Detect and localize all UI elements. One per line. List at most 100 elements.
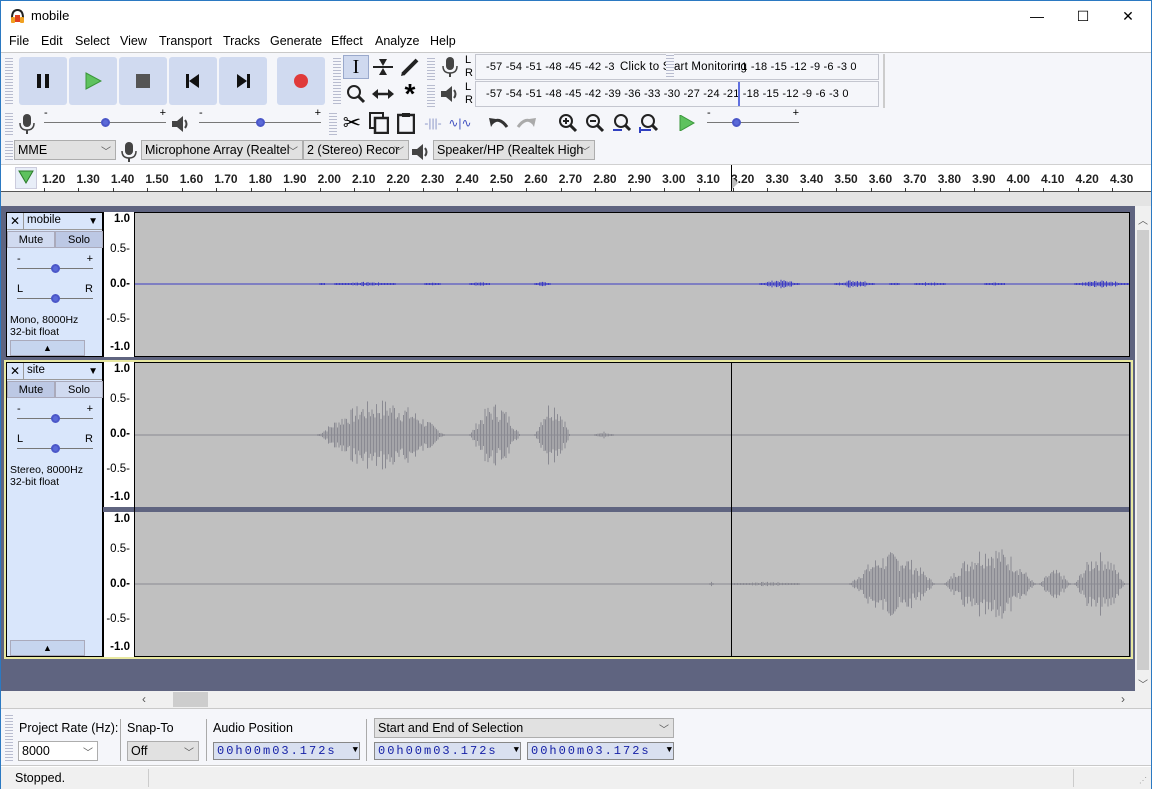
menu-tracks[interactable]: Tracks [223,34,260,48]
dropdown-icon[interactable]: ▼ [353,745,358,755]
menu-view[interactable]: View [120,34,147,48]
zoom-tool-button[interactable] [343,82,369,106]
toolbar-grip[interactable] [333,56,341,106]
slider-thumb[interactable] [50,294,60,303]
dropdown-icon[interactable]: ▼ [514,745,519,755]
pause-button[interactable] [19,57,67,105]
play-at-speed-button[interactable] [674,111,700,135]
track-name[interactable]: mobile [27,214,61,226]
toolbar-grip[interactable] [5,111,13,135]
toolbar-grip[interactable] [427,56,435,80]
skip-to-start-button[interactable] [169,57,217,105]
redo-button[interactable] [513,111,539,135]
minimize-button[interactable]: — [1014,1,1060,31]
close-track-button[interactable]: ✕ [7,213,24,230]
toolbar-grip[interactable] [5,56,13,106]
cut-button[interactable]: ✂ [339,110,365,135]
close-track-button[interactable]: ✕ [7,363,24,380]
toolbar-grip[interactable] [5,139,13,161]
fit-project-button[interactable] [636,111,662,135]
slider-thumb[interactable] [50,414,60,423]
menu-select[interactable]: Select [75,34,110,48]
selection-end-field[interactable]: 00h00m03.172s ▼ [527,742,674,760]
skip-to-end-button[interactable] [219,57,267,105]
playback-volume-slider[interactable]: - + [199,107,321,129]
resize-grip-icon[interactable]: ⋰ [1139,776,1147,785]
record-meter[interactable]: -57 -54 -51 -48 -45 -42 -3 Click to Star… [475,54,879,80]
trim-audio-button[interactable]: -|||- [420,111,446,135]
menu-effect[interactable]: Effect [331,34,363,48]
pan-slider[interactable]: LR [17,433,93,455]
zoom-out-button[interactable] [582,111,608,135]
scroll-down-icon[interactable]: ﹀ [1138,676,1148,691]
paste-button[interactable] [393,111,419,135]
horizontal-scroll-thumb[interactable] [173,692,208,707]
mute-button[interactable]: Mute [7,381,55,398]
scroll-right-icon[interactable]: › [1121,692,1125,706]
play-button[interactable] [69,57,117,105]
time-shift-tool-button[interactable] [370,82,396,106]
close-button[interactable]: ✕ [1105,1,1151,31]
toolbar-grip[interactable] [427,83,435,107]
solo-button[interactable]: Solo [55,381,103,398]
vertical-scrollbar[interactable]: ︿ ﹀ [1135,206,1151,691]
solo-button[interactable]: Solo [55,231,103,248]
recording-device-select[interactable]: Microphone Array (Realtel ﹀ [141,140,303,160]
waveform-mobile[interactable] [134,212,1130,357]
maximize-button[interactable]: ☐ [1060,1,1106,31]
track-name[interactable]: site [27,364,45,376]
selection-start-field[interactable]: 00h00m03.172s ▼ [374,742,521,760]
menu-help[interactable]: Help [430,34,456,48]
mute-button[interactable]: Mute [7,231,55,248]
multi-tool-button[interactable]: * [397,80,423,108]
slider-thumb[interactable] [50,444,60,453]
menu-analyze[interactable]: Analyze [375,34,419,48]
start-monitoring-prompt[interactable]: Click to Start Monitoring [620,61,748,73]
playback-meter-button[interactable] [437,82,463,106]
undo-button[interactable] [486,111,512,135]
timeline-ruler[interactable]: 1.20 1.30 1.40 1.50 1.60 1.70 1.80 1.90 2.00 2.10… [1,164,1151,192]
record-meter-button[interactable] [437,55,463,79]
track-menu-icon[interactable]: ▼ [88,216,98,227]
track-menu-icon[interactable]: ▼ [88,366,98,377]
record-button[interactable] [277,57,325,105]
envelope-tool-button[interactable] [370,55,396,79]
collapse-track-button[interactable]: ▲ [10,340,85,356]
gain-slider[interactable]: - + [17,403,93,425]
selection-tool-button[interactable]: I [343,55,369,79]
audio-host-select[interactable]: MME ﹀ [14,140,116,160]
pin-playhead-button[interactable] [15,167,37,189]
stop-button[interactable] [119,57,167,105]
dropdown-icon[interactable]: ▼ [667,745,672,755]
waveform-site-left[interactable] [134,362,1130,507]
selection-mode-select[interactable]: Start and End of Selection ﹀ [374,718,674,738]
audio-position-field[interactable]: 00h00m03.172s ▼ [213,742,360,760]
draw-tool-button[interactable] [397,55,423,79]
playback-meter[interactable]: -57 -54 -51 -48 -45 -42 -39 -36 -33 -30 … [475,81,879,107]
waveform-site-right[interactable] [134,512,1130,657]
slider-thumb[interactable] [255,118,265,127]
vertical-scroll-thumb[interactable] [1137,230,1149,670]
pan-slider[interactable]: LR [17,283,93,305]
scroll-up-icon[interactable]: ︿ [1138,212,1148,227]
fit-selection-button[interactable] [609,111,635,135]
silence-audio-button[interactable]: ∿|∿ [447,111,473,135]
playback-device-select[interactable]: Speaker/HP (Realtek High ﹀ [433,140,595,160]
toolbar-grip[interactable] [666,53,674,77]
project-rate-select[interactable]: 8000 ﹀ [18,741,98,761]
menu-edit[interactable]: Edit [41,34,63,48]
slider-thumb[interactable] [100,118,110,127]
slider-thumb[interactable] [50,264,60,273]
horizontal-scrollbar[interactable]: ‹ › [1,691,1151,708]
playback-speed-slider[interactable]: - + [707,107,799,129]
zoom-in-button[interactable] [555,111,581,135]
toolbar-grip[interactable] [329,111,337,135]
slider-thumb[interactable] [731,118,741,127]
snap-to-select[interactable]: Off ﹀ [127,741,199,761]
menu-generate[interactable]: Generate [270,34,322,48]
gain-slider[interactable]: - + [17,253,93,275]
menu-transport[interactable]: Transport [159,34,212,48]
copy-button[interactable] [366,111,392,135]
collapse-track-button[interactable]: ▲ [10,640,85,656]
toolbar-grip[interactable] [5,713,13,761]
